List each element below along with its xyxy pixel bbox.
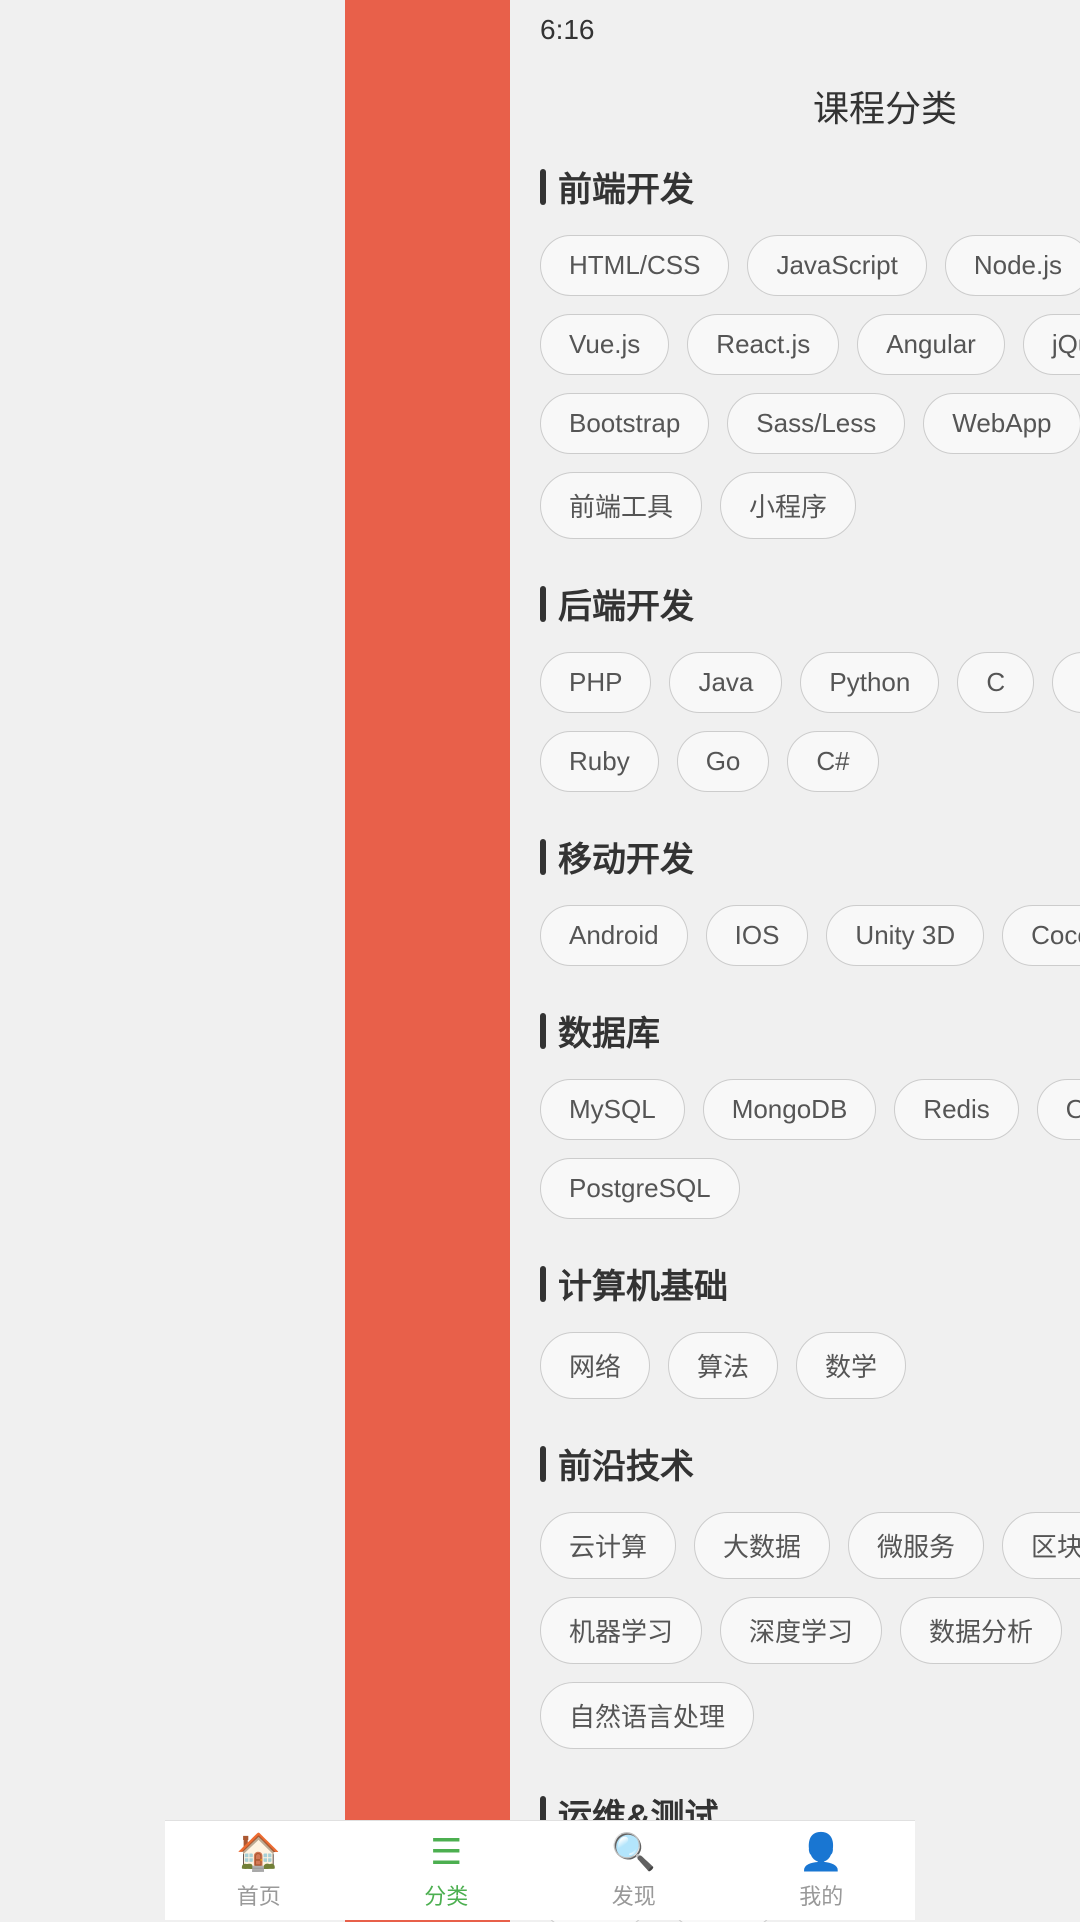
tags-database: MySQL MongoDB Redis Oracle PostgreSQL: [540, 1079, 1080, 1219]
tag-C-[interactable]: C#: [787, 731, 878, 792]
phone-frame: 6:16 📶 🔋 100% 课程分类 前端开发 HTML/CSS JavaScrip…: [510, 0, 1080, 1922]
nav-item-discover[interactable]: 🔍 发现: [540, 1831, 728, 1911]
outer-wrapper: 6:16 📶 🔋 100% 课程分类 前端开发 HTML/CSS JavaScrip…: [345, 0, 1080, 1922]
tag-JavaScript[interactable]: JavaScript: [747, 235, 926, 296]
tag-Oracle[interactable]: Oracle: [1037, 1079, 1080, 1140]
tag-MySQL[interactable]: MySQL: [540, 1079, 685, 1140]
tag-Sass-Less[interactable]: Sass/Less: [727, 393, 905, 454]
tags-cs-basics: 网络算法数学: [540, 1332, 1080, 1399]
tag-Python[interactable]: Python: [800, 652, 939, 713]
tag-Angular[interactable]: Angular: [857, 314, 1005, 375]
tag-HTML-CSS[interactable]: HTML/CSS: [540, 235, 729, 296]
tag-IOS[interactable]: IOS: [706, 905, 809, 966]
nav-label-discover: 发现: [612, 1879, 656, 1911]
tag-Cocos2d-x[interactable]: Cocos2d-x: [1002, 905, 1080, 966]
tag-Java[interactable]: Java: [669, 652, 782, 713]
section-title-mobile: 移动开发: [540, 832, 1080, 881]
section-title-database: 数据库: [540, 1006, 1080, 1055]
tag-jQuery[interactable]: jQuery: [1023, 314, 1080, 375]
tag-------[interactable]: 自然语言处理: [540, 1682, 754, 1749]
section-backend: 后端开发 PHP Java Python C C++ Ruby Go C#: [540, 579, 1080, 792]
section-title-cs-basics: 计算机基础: [540, 1259, 1080, 1308]
tag-WebApp[interactable]: WebApp: [923, 393, 1080, 454]
tag-PHP[interactable]: PHP: [540, 652, 651, 713]
tag-PostgreSQL[interactable]: PostgreSQL: [540, 1158, 740, 1219]
tags-backend: PHP Java Python C C++ Ruby Go C#: [540, 652, 1080, 792]
tags-frontend: HTML/CSS JavaScript Node.js Vue.js React.js A…: [540, 235, 1080, 539]
tag---[interactable]: 算法: [668, 1332, 778, 1399]
section-cs-basics: 计算机基础网络算法数学: [540, 1259, 1080, 1399]
section-frontend: 前端开发 HTML/CSS JavaScript Node.js Vue.js React…: [540, 162, 1080, 539]
tags-mobile: Android IOS Unity 3D Cocos2d-x: [540, 905, 1080, 966]
section-database: 数据库 MySQL MongoDB Redis Oracle PostgreSQL: [540, 1006, 1080, 1219]
tag-Android[interactable]: Android: [540, 905, 688, 966]
tag-----[interactable]: 前端工具: [540, 472, 702, 539]
section-title-backend: 后端开发: [540, 579, 1080, 628]
page-title: 课程分类: [510, 60, 1080, 162]
tag-MongoDB[interactable]: MongoDB: [703, 1079, 877, 1140]
section-title-frontend: 前端开发: [540, 162, 1080, 211]
tag----[interactable]: 微服务: [848, 1512, 984, 1579]
section-title-frontier: 前沿技术: [540, 1439, 1080, 1488]
nav-item-mine[interactable]: 👤 我的: [728, 1831, 916, 1911]
tag-C[interactable]: C: [957, 652, 1034, 713]
tag---[interactable]: 网络: [540, 1332, 650, 1399]
tag-Redis[interactable]: Redis: [894, 1079, 1018, 1140]
content: 前端开发 HTML/CSS JavaScript Node.js Vue.js React…: [510, 162, 1080, 1922]
discover-icon: 🔍: [611, 1831, 656, 1873]
status-time: 6:16: [540, 14, 595, 46]
tag-----[interactable]: 机器学习: [540, 1597, 702, 1664]
tags-frontier: 云计算大数据微服务区块链机器学习深度学习数据分析自然语言处理: [540, 1512, 1080, 1749]
tag-Bootstrap[interactable]: Bootstrap: [540, 393, 709, 454]
nav-label-mine: 我的: [799, 1879, 843, 1911]
scroll-area[interactable]: 前端开发 HTML/CSS JavaScript Node.js Vue.js React…: [510, 162, 1080, 1922]
tag-Unity-3D[interactable]: Unity 3D: [826, 905, 984, 966]
tag----[interactable]: 区块链: [1002, 1512, 1080, 1579]
bottom-nav: 🏠 首页 ☰ 分类 🔍 发现 👤 我的: [510, 1820, 915, 1920]
tag----[interactable]: 大数据: [694, 1512, 830, 1579]
section-mobile: 移动开发 Android IOS Unity 3D Cocos2d-x: [540, 832, 1080, 966]
tag-Go[interactable]: Go: [677, 731, 770, 792]
status-bar: 6:16 📶 🔋 100%: [510, 0, 1080, 60]
tag-Ruby[interactable]: Ruby: [540, 731, 659, 792]
tag-Node-js[interactable]: Node.js: [945, 235, 1080, 296]
tag-Vue-js[interactable]: Vue.js: [540, 314, 669, 375]
tag-----[interactable]: 深度学习: [720, 1597, 882, 1664]
tag---[interactable]: 数学: [796, 1332, 906, 1399]
tag----[interactable]: 云计算: [540, 1512, 676, 1579]
nav-item-category[interactable]: ☰ 分类: [510, 1831, 540, 1911]
sections-container: 前端开发 HTML/CSS JavaScript Node.js Vue.js React…: [540, 162, 1080, 1922]
tag-React-js[interactable]: React.js: [687, 314, 839, 375]
tag-----[interactable]: 数据分析: [900, 1597, 1062, 1664]
mine-icon: 👤: [799, 1831, 844, 1873]
section-frontier: 前沿技术云计算大数据微服务区块链机器学习深度学习数据分析自然语言处理: [540, 1439, 1080, 1749]
tag-C--[interactable]: C++: [1052, 652, 1080, 713]
tag----[interactable]: 小程序: [720, 472, 856, 539]
